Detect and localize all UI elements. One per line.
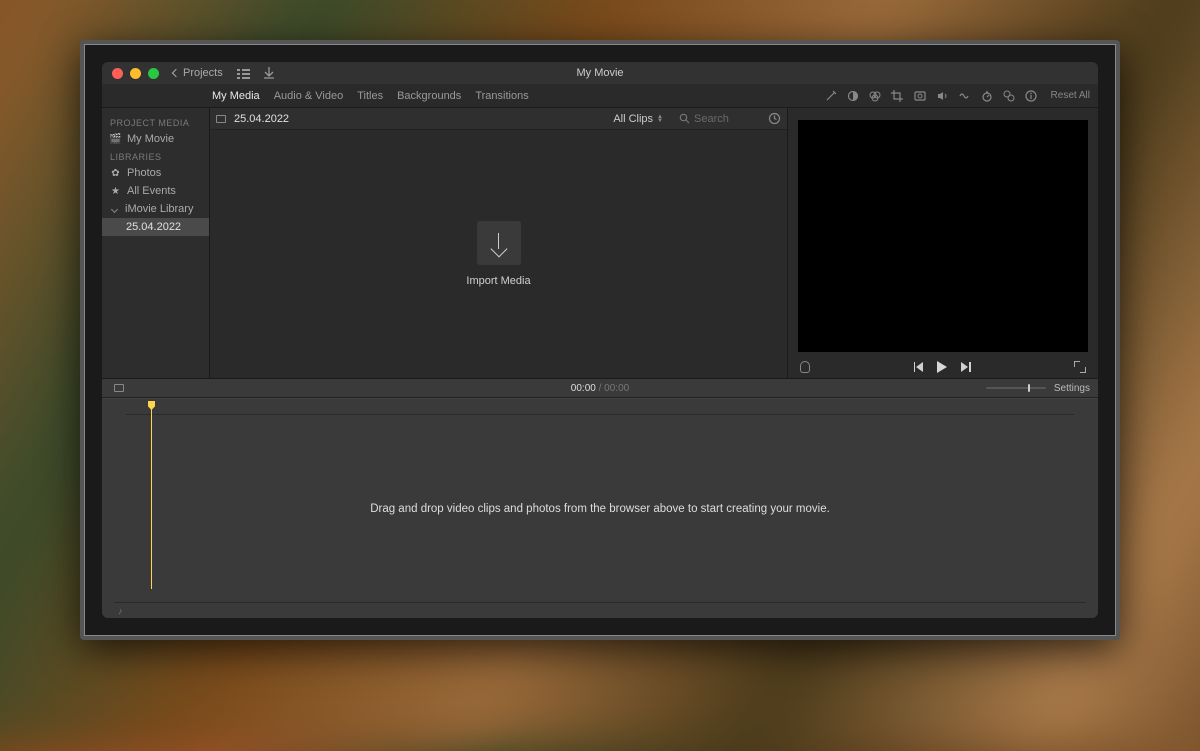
total-duration: 00:00: [604, 383, 629, 394]
stabilization-icon[interactable]: [913, 91, 927, 101]
fullscreen-button[interactable]: [148, 68, 159, 79]
browser-content[interactable]: Import Media: [210, 130, 787, 378]
audio-track-icon[interactable]: ♪: [118, 606, 123, 616]
skip-forward-icon: [961, 362, 968, 372]
sidebar-item-event[interactable]: 25.04.2022: [102, 218, 209, 236]
mic-icon: [800, 361, 810, 373]
play-button[interactable]: [937, 361, 947, 373]
search-input[interactable]: [694, 113, 754, 125]
tab-my-media[interactable]: My Media: [212, 86, 260, 106]
sidebar: PROJECT MEDIA 🎬 My Movie LIBRARIES ✿ Pho…: [102, 108, 210, 378]
reset-all-button[interactable]: Reset All: [1051, 90, 1090, 101]
clock-icon[interactable]: [768, 112, 781, 125]
sidebar-header-libraries: LIBRARIES: [102, 148, 209, 164]
tab-audio-video[interactable]: Audio & Video: [274, 86, 344, 106]
info-icon[interactable]: [1025, 90, 1037, 102]
play-icon: [937, 361, 947, 373]
skip-back-icon: [916, 362, 923, 372]
media-browser: 25.04.2022 All Clips ▲▼ Import Me: [210, 108, 788, 378]
previous-button[interactable]: [914, 362, 924, 372]
next-button[interactable]: [961, 362, 971, 372]
monitor-frame: Projects My Movie My Media Audio & Video…: [80, 40, 1120, 640]
sidebar-item-label: Photos: [127, 167, 161, 179]
viewer-controls: [798, 356, 1088, 378]
clips-filter-label: All Clips: [613, 113, 653, 125]
expand-icon: [1074, 361, 1086, 373]
search-icon: [679, 113, 690, 124]
zoom-slider[interactable]: [986, 387, 1046, 389]
noise-reduction-icon[interactable]: [959, 91, 971, 101]
clips-filter-dropdown[interactable]: All Clips ▲▼: [613, 113, 663, 125]
sidebar-header-project-media: PROJECT MEDIA: [102, 114, 209, 130]
close-button[interactable]: [112, 68, 123, 79]
back-label: Projects: [183, 67, 223, 79]
import-media-button[interactable]: [477, 221, 521, 265]
download-arrow-icon: [491, 233, 507, 253]
tab-backgrounds[interactable]: Backgrounds: [397, 86, 461, 106]
timeline-tracks[interactable]: Drag and drop video clips and photos fro…: [102, 415, 1098, 602]
sidebar-item-label: My Movie: [127, 133, 174, 145]
timeline-toolbar: 00:00 / 00:00 Settings: [102, 378, 1098, 398]
volume-icon[interactable]: [937, 91, 949, 101]
timeline-empty-message: Drag and drop video clips and photos fro…: [370, 503, 830, 515]
back-to-projects-button[interactable]: Projects: [173, 67, 223, 79]
speed-icon[interactable]: [981, 90, 993, 102]
minimize-button[interactable]: [130, 68, 141, 79]
filmstrip-view-icon[interactable]: [216, 115, 226, 123]
viewer-canvas[interactable]: [798, 120, 1088, 352]
enhance-icon[interactable]: [825, 90, 837, 102]
import-media-label: Import Media: [466, 275, 530, 287]
fullscreen-viewer-button[interactable]: [1074, 361, 1086, 373]
star-icon: ★: [110, 186, 121, 197]
sidebar-item-photos[interactable]: ✿ Photos: [102, 164, 209, 182]
timecode-display: 00:00 / 00:00: [102, 383, 1098, 394]
upper-pane: PROJECT MEDIA 🎬 My Movie LIBRARIES ✿ Pho…: [102, 108, 1098, 378]
search-field[interactable]: [679, 113, 754, 125]
tab-titles[interactable]: Titles: [357, 86, 383, 106]
sidebar-item-imovie-library[interactable]: iMovie Library: [102, 200, 209, 218]
chevron-down-icon: [111, 205, 118, 212]
updown-icon: ▲▼: [657, 115, 663, 123]
app-window: Projects My Movie My Media Audio & Video…: [102, 62, 1098, 618]
sidebar-item-label: All Events: [127, 185, 176, 197]
browser-event-title: 25.04.2022: [234, 113, 289, 125]
voiceover-button[interactable]: [800, 361, 810, 373]
browser-toolbar: 25.04.2022 All Clips ▲▼: [210, 108, 787, 130]
crop-icon[interactable]: [891, 90, 903, 102]
photos-icon: ✿: [110, 168, 121, 179]
clip-filter-icon[interactable]: [1003, 90, 1015, 102]
current-time: 00:00: [571, 383, 596, 394]
sidebar-item-label: iMovie Library: [125, 203, 193, 215]
sidebar-item-project[interactable]: 🎬 My Movie: [102, 130, 209, 148]
chevron-left-icon: [172, 69, 180, 77]
viewer-pane: [788, 108, 1098, 378]
sidebar-item-all-events[interactable]: ★ All Events: [102, 182, 209, 200]
color-balance-icon[interactable]: [847, 90, 859, 102]
window-title: My Movie: [102, 67, 1098, 79]
sidebar-item-label: 25.04.2022: [126, 221, 181, 233]
playhead-line: [151, 409, 152, 589]
tabs-toolbar: My Media Audio & Video Titles Background…: [102, 84, 1098, 108]
tab-transitions[interactable]: Transitions: [475, 86, 528, 106]
timeline-settings-button[interactable]: Settings: [1054, 383, 1090, 394]
color-correction-icon[interactable]: [869, 90, 881, 102]
library-list-icon[interactable]: [237, 68, 250, 79]
timeline-ruler[interactable]: [126, 399, 1074, 415]
clapperboard-icon: 🎬: [110, 134, 121, 145]
import-icon[interactable]: [264, 67, 274, 79]
timeline-footer: ♪: [114, 602, 1086, 618]
titlebar: Projects My Movie: [102, 62, 1098, 84]
window-controls: [112, 68, 159, 79]
timeline[interactable]: Drag and drop video clips and photos fro…: [102, 398, 1098, 618]
